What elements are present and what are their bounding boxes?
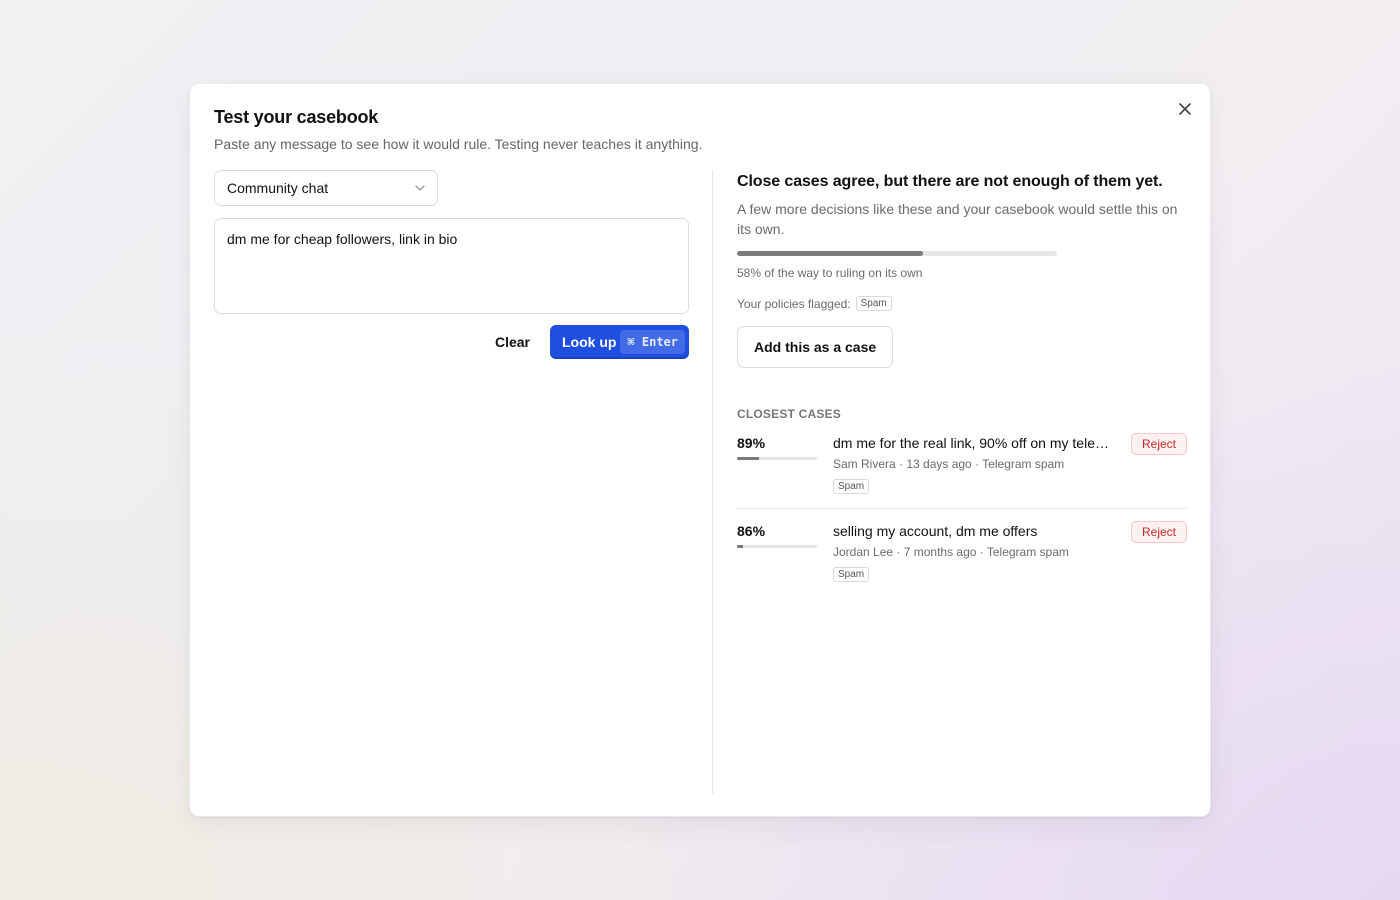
input-actions: Clear Look up ⌘ Enter	[214, 325, 689, 359]
case-tag: Spam	[833, 479, 870, 494]
case-score: 89%	[737, 435, 833, 494]
lookup-button[interactable]: Look up ⌘ Enter	[549, 325, 689, 359]
case-score: 86%	[737, 523, 833, 582]
clear-button[interactable]: Clear	[495, 334, 530, 350]
close-icon	[1179, 103, 1191, 115]
case-score-value: 89%	[737, 435, 766, 451]
channel-select-value: Community chat	[227, 180, 329, 196]
dialog-title: Test your casebook	[214, 107, 379, 127]
case-row[interactable]: 89% dm me for the real link, 90% off on …	[737, 421, 1187, 509]
close-button[interactable]	[1174, 98, 1196, 120]
result-panel: Close cases agree, but there are not eno…	[737, 170, 1187, 596]
case-row[interactable]: 86% selling my account, dm me offers Jor…	[737, 509, 1187, 596]
decision-badge: Reject	[1130, 433, 1187, 455]
add-case-button[interactable]: Add this as a case	[737, 326, 894, 368]
confidence-progress-fill	[737, 251, 923, 256]
case-score-value: 86%	[737, 523, 766, 539]
case-body: selling my account, dm me offers Jordan …	[833, 523, 1131, 582]
chevron-down-icon	[415, 185, 425, 191]
message-input[interactable]: dm me for cheap followers, link in bio	[214, 218, 689, 314]
progress-text: 58% of the way to ruling on its own	[737, 266, 923, 280]
confidence-progress-bar	[737, 251, 1057, 256]
case-tag: Spam	[833, 567, 870, 582]
case-body: dm me for the real link, 90% off on my t…	[833, 435, 1131, 494]
case-score-fill	[737, 457, 759, 460]
case-message: dm me for the real link, 90% off on my t…	[833, 435, 1115, 451]
test-casebook-dialog: Test your casebook Paste any message to …	[189, 83, 1211, 817]
policy-flags-label: Your policies flagged:	[737, 296, 851, 311]
dialog-subtitle: Paste any message to see how it would ru…	[214, 136, 703, 152]
verdict-heading: Close cases agree, but there are not eno…	[737, 173, 1163, 190]
lookup-button-label: Look up	[561, 334, 617, 350]
case-message: selling my account, dm me offers	[833, 523, 1038, 539]
panel-divider	[712, 170, 713, 794]
decision-badge: Reject	[1130, 521, 1187, 543]
case-meta: Sam Rivera · 13 days ago · Telegram spam	[833, 457, 1065, 471]
policy-flags: Your policies flagged: Spam	[737, 296, 1187, 311]
input-panel: Community chat dm me for cheap followers…	[214, 170, 689, 359]
keyboard-shortcut-hint: ⌘ Enter	[620, 330, 685, 354]
closest-cases-list: 89% dm me for the real link, 90% off on …	[737, 421, 1187, 596]
channel-select[interactable]: Community chat	[214, 170, 438, 206]
policy-flag-tag: Spam	[855, 296, 892, 311]
case-score-bar	[737, 545, 817, 548]
verdict-explanation: A few more decisions like these and your…	[737, 201, 1178, 237]
case-meta: Jordan Lee · 7 months ago · Telegram spa…	[833, 545, 1069, 559]
case-score-bar	[737, 457, 817, 460]
case-score-fill	[737, 545, 743, 548]
closest-cases-heading: CLOSEST CASES	[737, 407, 841, 421]
